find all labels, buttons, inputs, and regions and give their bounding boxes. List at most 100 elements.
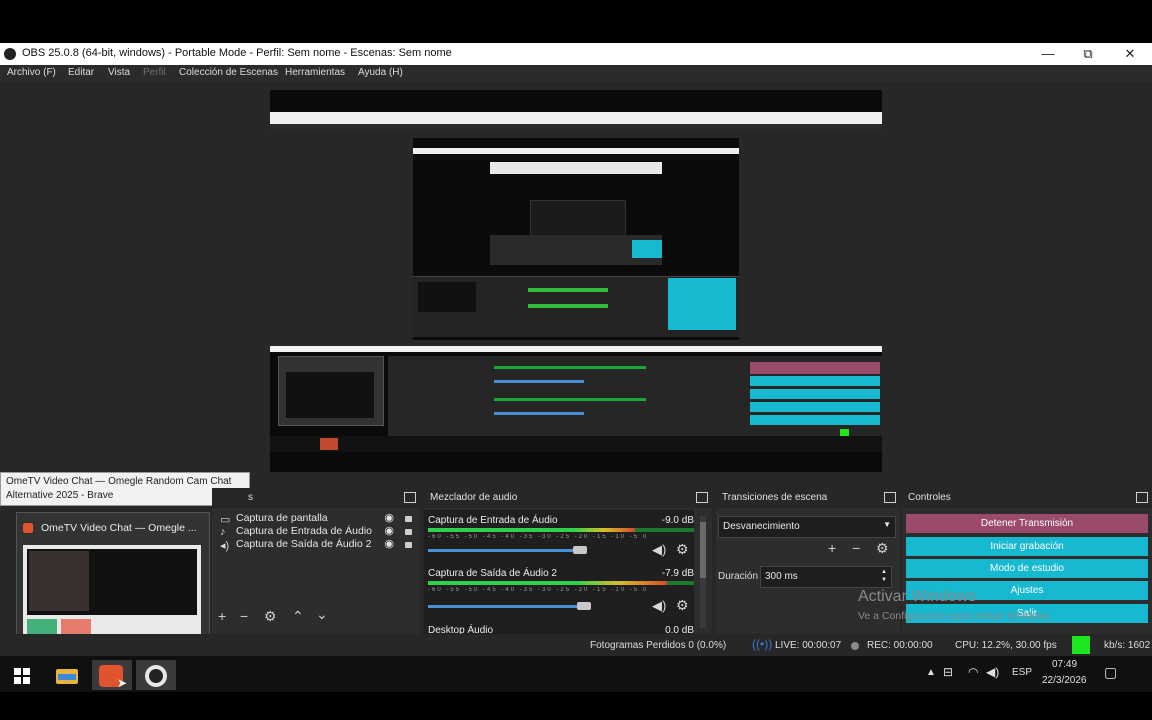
start-recording-button[interactable]: Iniciar grabación xyxy=(906,537,1148,556)
lock-icon[interactable] xyxy=(405,516,412,522)
nested-preview-strip xyxy=(490,162,662,174)
microphone-icon: ♪ xyxy=(220,526,226,538)
window-thumbnail[interactable]: OmeTV Video Chat — Omegle ... xyxy=(16,512,210,646)
menu-herramientas[interactable]: Herramientas xyxy=(285,67,345,78)
obs-taskbar-icon[interactable] xyxy=(136,660,176,690)
gear-icon[interactable]: ⚙ xyxy=(876,540,889,557)
nested-brave-icon xyxy=(320,438,338,450)
lock-icon[interactable] xyxy=(405,529,412,535)
controls-header: Controles xyxy=(902,488,1152,508)
mixer-channel-name: Captura de Saída de Áudio 2 xyxy=(428,568,557,579)
stop-streaming-button[interactable]: Detener Transmisión xyxy=(906,514,1148,533)
windows-start-icon[interactable] xyxy=(6,660,40,690)
menu-archivo[interactable]: Archivo (F) xyxy=(7,67,56,78)
mixer-channel-name: Desktop Áudio xyxy=(428,625,494,634)
lock-icon[interactable] xyxy=(405,542,412,548)
network-icon[interactable]: ⊟ xyxy=(943,665,953,679)
controls-dock: Controles Detener Transmisión Iniciar gr… xyxy=(858,488,1152,634)
spinner-arrows-icon[interactable]: ▲ ▼ xyxy=(881,568,887,584)
mixer-scrollbar[interactable] xyxy=(700,516,706,628)
clock-time[interactable]: 07:49 xyxy=(1052,659,1077,670)
minimize-button[interactable]: — xyxy=(1034,45,1062,63)
speaker-icon[interactable]: ◀) xyxy=(652,598,666,614)
wifi-icon[interactable]: ◠ xyxy=(968,665,978,679)
duration-value: 300 ms xyxy=(765,571,798,582)
studio-mode-button[interactable]: Modo de estudio xyxy=(906,559,1148,578)
popout-icon[interactable] xyxy=(696,492,708,503)
add-source-icon[interactable]: + xyxy=(218,608,226,624)
volume-meter xyxy=(428,581,694,585)
bottom-letterbox xyxy=(0,692,1152,720)
nested-taskbar xyxy=(270,436,882,452)
menu-vista[interactable]: Vista xyxy=(108,67,130,78)
gear-icon[interactable]: ⚙ xyxy=(676,597,689,614)
nested-menu-bar xyxy=(270,124,882,132)
nested-preview-title xyxy=(413,148,739,154)
nested-dock-preview xyxy=(418,282,476,312)
source-item-1[interactable]: Captura de pantalla xyxy=(236,512,328,524)
remove-source-icon[interactable]: − xyxy=(240,608,248,624)
thumbnail-title: OmeTV Video Chat — Omegle ... xyxy=(41,522,197,534)
nested-ctl-3 xyxy=(750,402,880,412)
mixer-channel-db: 0.0 dB xyxy=(665,625,694,634)
monitor-icon: ▭ xyxy=(220,514,231,526)
add-transition-icon[interactable]: + xyxy=(828,540,836,556)
preview-canvas[interactable] xyxy=(270,90,882,472)
gear-icon[interactable]: ⚙ xyxy=(676,541,689,558)
mixer-channel-db: -9.0 dB xyxy=(661,515,694,526)
nested-dock-slider-2 xyxy=(494,412,584,415)
cpu-fps: CPU: 12.2%, 30.00 fps xyxy=(955,640,1057,651)
transition-selected: Desvanecimiento xyxy=(723,521,800,532)
mouse-cursor-icon: ➤ xyxy=(117,676,128,690)
obs-logo-icon xyxy=(4,48,16,60)
nested-ctl-2 xyxy=(750,389,880,399)
volume-slider-knob[interactable] xyxy=(577,602,592,610)
live-broadcast-icon: ((•)) xyxy=(752,637,773,651)
sources-header-suffix: s xyxy=(248,492,253,503)
menu-editar[interactable]: Editar xyxy=(68,67,94,78)
gear-icon[interactable]: ⚙ xyxy=(264,608,277,625)
source-item-3[interactable]: Captura de Saída de Áudio 2 xyxy=(236,538,371,550)
notification-icon[interactable]: ▢ xyxy=(1104,664,1117,681)
popout-icon[interactable] xyxy=(404,492,416,503)
visibility-eye-icon[interactable]: ◉ xyxy=(384,537,394,550)
clock-date[interactable]: 22/3/2026 xyxy=(1042,675,1087,686)
visibility-eye-icon[interactable]: ◉ xyxy=(384,511,394,524)
title-bar: OBS 25.0.8 (64-bit, windows) - Portable … xyxy=(0,43,1152,65)
menu-coleccion-escenas[interactable]: Colección de Escenas xyxy=(179,67,278,78)
volume-slider-track xyxy=(428,605,586,608)
popout-icon[interactable] xyxy=(884,492,896,503)
file-explorer-icon[interactable] xyxy=(50,660,84,690)
chevron-down-icon: ▼ xyxy=(883,520,891,529)
brave-icon xyxy=(23,523,33,533)
brave-browser-icon[interactable]: ➤ xyxy=(92,660,132,690)
bitrate: kb/s: 1602 xyxy=(1104,640,1151,651)
transition-select[interactable]: Desvanecimiento ▼ xyxy=(718,516,896,538)
audio-mixer-dock: Mezclador de audio Captura de Entrada de… xyxy=(424,488,712,634)
tooltip-line-1: OmeTV Video Chat — Omegle Random Cam Cha… xyxy=(6,476,232,487)
source-item-2[interactable]: Captura de Entrada de Áudio xyxy=(236,525,372,537)
move-down-icon[interactable]: ⌄ xyxy=(316,606,328,623)
nested-stop-button xyxy=(750,362,880,374)
meter-ticks: -60 -55 -50 -45 -40 -35 -30 -25 -20 -15 … xyxy=(428,534,649,540)
remove-transition-icon[interactable]: − xyxy=(852,540,860,556)
nested-ctl-1 xyxy=(750,376,880,386)
duration-spinbox[interactable]: 300 ms ▲ ▼ xyxy=(760,566,892,588)
nested-title-bar xyxy=(270,112,882,124)
thumbnail-video-left xyxy=(29,551,89,611)
move-up-icon[interactable]: ⌃ xyxy=(292,608,304,625)
menu-perfil[interactable]: Perfil xyxy=(143,67,166,78)
volume-icon[interactable]: ◀) xyxy=(986,665,999,679)
visibility-eye-icon[interactable]: ◉ xyxy=(384,524,394,537)
language-indicator[interactable]: ESP xyxy=(1012,667,1032,678)
maximize-button[interactable]: ⧉ xyxy=(1074,45,1102,63)
window-title: OBS 25.0.8 (64-bit, windows) - Portable … xyxy=(22,47,452,59)
close-button[interactable]: ✕ xyxy=(1116,45,1144,63)
rec-dot-icon xyxy=(851,642,859,650)
popout-icon[interactable] xyxy=(1136,492,1148,503)
controls-title: Controles xyxy=(908,492,951,503)
volume-slider-knob[interactable] xyxy=(572,546,587,554)
tray-chevron-up-icon[interactable]: ▲ xyxy=(926,667,936,678)
speaker-icon[interactable]: ◀) xyxy=(652,542,666,558)
menu-ayuda[interactable]: Ayuda (H) xyxy=(358,67,403,78)
